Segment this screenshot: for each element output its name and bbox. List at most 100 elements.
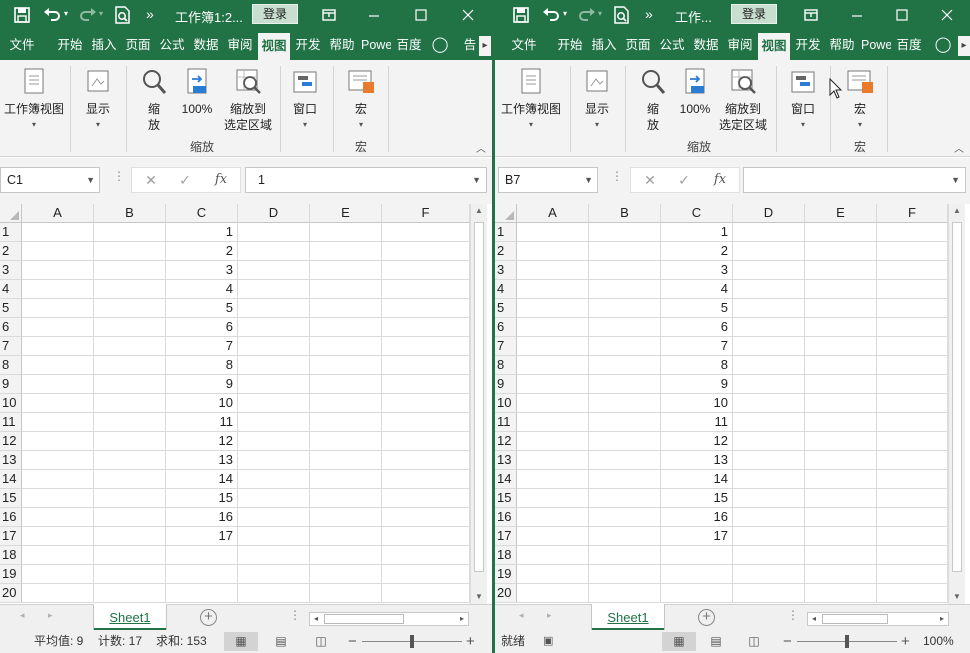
cell-d20[interactable] — [733, 584, 805, 603]
undo-dropdown-icon[interactable]: ▾ — [64, 9, 68, 18]
cell-b19[interactable] — [589, 565, 661, 584]
row-header[interactable]: 5 — [495, 299, 517, 318]
name-box[interactable]: B7 ▼ — [498, 167, 598, 193]
cell-c10[interactable]: 10 — [661, 394, 733, 413]
cell-a1[interactable] — [22, 223, 94, 242]
cell-a8[interactable] — [22, 356, 94, 375]
column-header-b[interactable]: B — [589, 204, 661, 223]
normal-view-icon[interactable]: ▦ — [224, 632, 258, 651]
page-layout-view-icon[interactable]: ▤ — [699, 632, 733, 651]
more-commands-icon[interactable]: » — [146, 6, 154, 22]
cell-c20[interactable] — [166, 584, 238, 603]
scroll-left-icon[interactable]: ◂ — [808, 613, 820, 625]
cell-b12[interactable] — [94, 432, 166, 451]
row-header[interactable]: 13 — [0, 451, 22, 470]
cell-e4[interactable] — [805, 280, 877, 299]
cell-f3[interactable] — [877, 261, 948, 280]
cell-a3[interactable] — [517, 261, 589, 280]
next-sheet-icon[interactable]: ▸ — [547, 610, 552, 621]
cell-d6[interactable] — [238, 318, 310, 337]
cell-a13[interactable] — [22, 451, 94, 470]
add-sheet-icon[interactable]: + — [200, 609, 217, 626]
cell-f6[interactable] — [877, 318, 948, 337]
row-header[interactable]: 10 — [495, 394, 517, 413]
cell-f15[interactable] — [382, 489, 470, 508]
lightbulb-icon[interactable]: ◯ — [430, 30, 450, 60]
cell-e20[interactable] — [310, 584, 382, 603]
maximize-icon[interactable] — [892, 5, 912, 25]
cell-e5[interactable] — [805, 299, 877, 318]
undo-icon[interactable] — [541, 5, 561, 25]
cell-d7[interactable] — [238, 337, 310, 356]
zoom-100-button[interactable]: 100% — [675, 66, 715, 117]
cell-e4[interactable] — [310, 280, 382, 299]
row-header[interactable]: 17 — [0, 527, 22, 546]
cancel-icon[interactable]: ✕ — [635, 168, 665, 192]
cell-e9[interactable] — [310, 375, 382, 394]
cell-e10[interactable] — [310, 394, 382, 413]
cell-e17[interactable] — [310, 527, 382, 546]
cell-b16[interactable] — [589, 508, 661, 527]
row-header[interactable]: 20 — [0, 584, 22, 603]
collapse-ribbon-icon[interactable]: ︿ — [954, 140, 964, 155]
cell-c6[interactable]: 6 — [661, 318, 733, 337]
cell-b8[interactable] — [94, 356, 166, 375]
cell-c12[interactable]: 12 — [166, 432, 238, 451]
macros-button[interactable]: 宏 ▾ — [839, 66, 881, 130]
cell-a10[interactable] — [517, 394, 589, 413]
zoom-out-icon[interactable]: − — [348, 630, 357, 653]
cell-c15[interactable]: 15 — [166, 489, 238, 508]
row-header[interactable]: 1 — [495, 223, 517, 242]
cell-c5[interactable]: 5 — [661, 299, 733, 318]
row-header[interactable]: 19 — [0, 565, 22, 584]
cell-a5[interactable] — [517, 299, 589, 318]
cell-c16[interactable]: 16 — [166, 508, 238, 527]
cell-b15[interactable] — [94, 489, 166, 508]
chevron-down-icon[interactable]: ▼ — [584, 168, 593, 192]
next-sheet-icon[interactable]: ▸ — [48, 610, 53, 621]
cell-d20[interactable] — [238, 584, 310, 603]
cell-a3[interactable] — [22, 261, 94, 280]
cell-f1[interactable] — [877, 223, 948, 242]
cell-e6[interactable] — [805, 318, 877, 337]
cell-d15[interactable] — [238, 489, 310, 508]
row-header[interactable]: 3 — [495, 261, 517, 280]
cell-a11[interactable] — [517, 413, 589, 432]
cell-d8[interactable] — [733, 356, 805, 375]
row-header[interactable]: 2 — [0, 242, 22, 261]
login-button[interactable]: 登录 — [252, 4, 299, 24]
tab-insert[interactable]: 插入 — [588, 30, 620, 60]
cell-c8[interactable]: 8 — [166, 356, 238, 375]
tab-help[interactable]: 帮助 — [826, 30, 858, 60]
tab-split-handle[interactable]: ⋮ — [289, 608, 301, 622]
cell-e8[interactable] — [310, 356, 382, 375]
cell-c7[interactable]: 7 — [166, 337, 238, 356]
prev-sheet-icon[interactable]: ◂ — [519, 610, 524, 621]
row-header[interactable]: 11 — [495, 413, 517, 432]
sheet-tab-sheet1[interactable]: Sheet1 — [94, 604, 166, 630]
cell-a9[interactable] — [517, 375, 589, 394]
tab-developer[interactable]: 开发 — [793, 30, 823, 60]
cell-b3[interactable] — [94, 261, 166, 280]
tab-data[interactable]: 数据 — [190, 30, 222, 60]
cell-e5[interactable] — [310, 299, 382, 318]
scroll-down-icon[interactable]: ▼ — [949, 592, 965, 601]
redo-dropdown-icon[interactable]: ▾ — [99, 9, 103, 18]
cell-d2[interactable] — [733, 242, 805, 261]
scroll-thumb[interactable] — [822, 614, 888, 624]
cell-c17[interactable]: 17 — [166, 527, 238, 546]
cell-c5[interactable]: 5 — [166, 299, 238, 318]
cell-c4[interactable]: 4 — [661, 280, 733, 299]
horizontal-scrollbar[interactable]: ◂ ▸ — [807, 612, 949, 626]
cell-d10[interactable] — [238, 394, 310, 413]
cell-a13[interactable] — [517, 451, 589, 470]
workbook-views-button[interactable]: 工作簿视图 ▾ — [499, 66, 563, 130]
tab-home[interactable]: 开始 — [53, 30, 87, 60]
expand-formula-bar-icon[interactable]: ▼ — [951, 168, 960, 192]
undo-icon[interactable] — [42, 5, 62, 25]
cell-a17[interactable] — [22, 527, 94, 546]
cell-a16[interactable] — [22, 508, 94, 527]
cell-f4[interactable] — [877, 280, 948, 299]
cell-c14[interactable]: 14 — [166, 470, 238, 489]
scroll-up-icon[interactable]: ▲ — [949, 206, 965, 215]
